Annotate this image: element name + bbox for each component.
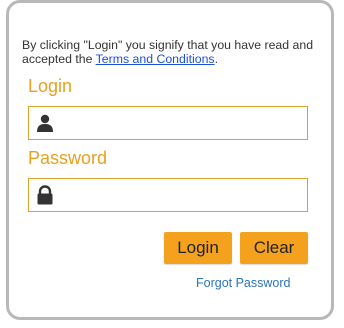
terms-notice-suffix: . [214, 52, 218, 66]
password-label: Password [28, 148, 108, 168]
user-icon [35, 113, 55, 133]
forgot-password-link[interactable]: Forgot Password [196, 276, 290, 290]
login-input[interactable] [61, 107, 301, 139]
password-field[interactable] [28, 178, 308, 212]
terms-and-conditions-link[interactable]: Terms and Conditions [96, 52, 215, 66]
login-button[interactable]: Login [164, 232, 232, 264]
password-input[interactable] [61, 179, 301, 211]
lock-icon [35, 185, 55, 205]
terms-notice: By clicking "Login" you signify that you… [22, 38, 332, 66]
page-background: By clicking "Login" you signify that you… [0, 0, 344, 328]
login-label: Login [28, 76, 73, 96]
login-field[interactable] [28, 106, 308, 140]
clear-button[interactable]: Clear [240, 232, 308, 264]
